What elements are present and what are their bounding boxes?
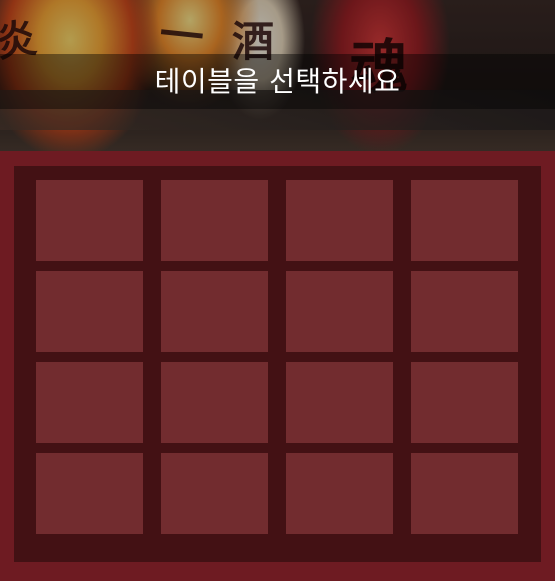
table-cell-16[interactable] [411, 453, 518, 534]
table-cell-11[interactable] [286, 362, 393, 443]
table-grid [36, 180, 518, 534]
table-cell-7[interactable] [286, 271, 393, 352]
table-cell-15[interactable] [286, 453, 393, 534]
table-cell-1[interactable] [36, 180, 143, 261]
table-cell-3[interactable] [286, 180, 393, 261]
table-cell-2[interactable] [161, 180, 268, 261]
table-board [14, 166, 541, 562]
table-cell-5[interactable] [36, 271, 143, 352]
page-title: 테이블을 선택하세요 [154, 65, 401, 98]
table-cell-9[interactable] [36, 362, 143, 443]
table-cell-12[interactable] [411, 362, 518, 443]
table-cell-13[interactable] [36, 453, 143, 534]
table-cell-10[interactable] [161, 362, 268, 443]
table-cell-14[interactable] [161, 453, 268, 534]
table-cell-4[interactable] [411, 180, 518, 261]
table-cell-8[interactable] [411, 271, 518, 352]
table-cell-6[interactable] [161, 271, 268, 352]
